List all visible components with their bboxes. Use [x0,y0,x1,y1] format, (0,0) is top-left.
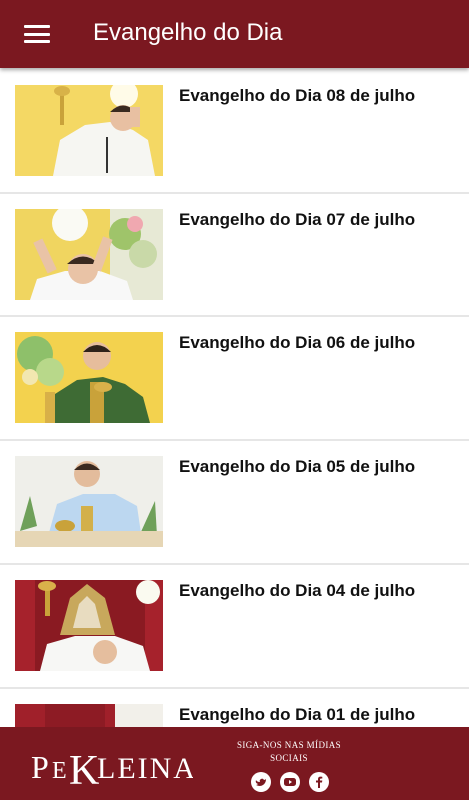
gospel-thumbnail[interactable] [15,704,163,727]
twitter-icon[interactable] [251,772,271,792]
gospel-thumbnail[interactable] [15,332,163,423]
pekleina-logo: P E K LEINA [31,748,193,794]
gospel-thumbnail[interactable] [15,456,163,547]
item-title[interactable]: Evangelho do Dia 04 de julho [179,581,415,601]
svg-text:LEINA: LEINA [97,752,193,785]
svg-text:K: K [69,748,99,794]
item-title[interactable]: Evangelho do Dia 08 de julho [179,86,415,106]
list-item[interactable]: Evangelho do Dia 08 de julho [0,70,469,194]
facebook-icon[interactable] [309,772,329,792]
list-item[interactable]: Evangelho do Dia 06 de julho [0,317,469,441]
item-title[interactable]: Evangelho do Dia 06 de julho [179,333,415,353]
app-bar: Evangelho do Dia [0,0,469,68]
list-item[interactable]: Evangelho do Dia 04 de julho [0,565,469,689]
youtube-icon[interactable] [280,772,300,792]
gospel-list[interactable]: Evangelho do Dia 08 de julho Evangelho d… [0,70,469,727]
page-title: Evangelho do Dia [93,19,283,46]
svg-text:E: E [52,758,67,784]
gospel-thumbnail[interactable] [15,85,163,176]
list-item[interactable]: Evangelho do Dia 07 de julho [0,194,469,317]
menu-icon[interactable] [24,24,50,44]
svg-text:P: P [31,749,50,785]
list-item[interactable]: Evangelho do Dia 01 de julho [0,689,469,727]
item-title[interactable]: Evangelho do Dia 05 de julho [179,457,415,477]
list-item[interactable]: Evangelho do Dia 05 de julho [0,441,469,565]
gospel-thumbnail[interactable] [15,209,163,300]
item-title[interactable]: Evangelho do Dia 07 de julho [179,210,415,230]
social-heading: SIGA-NOS NAS MÍDIAS SOCIAIS [236,740,342,763]
item-title[interactable]: Evangelho do Dia 01 de julho [179,705,415,725]
gospel-thumbnail[interactable] [15,580,163,671]
